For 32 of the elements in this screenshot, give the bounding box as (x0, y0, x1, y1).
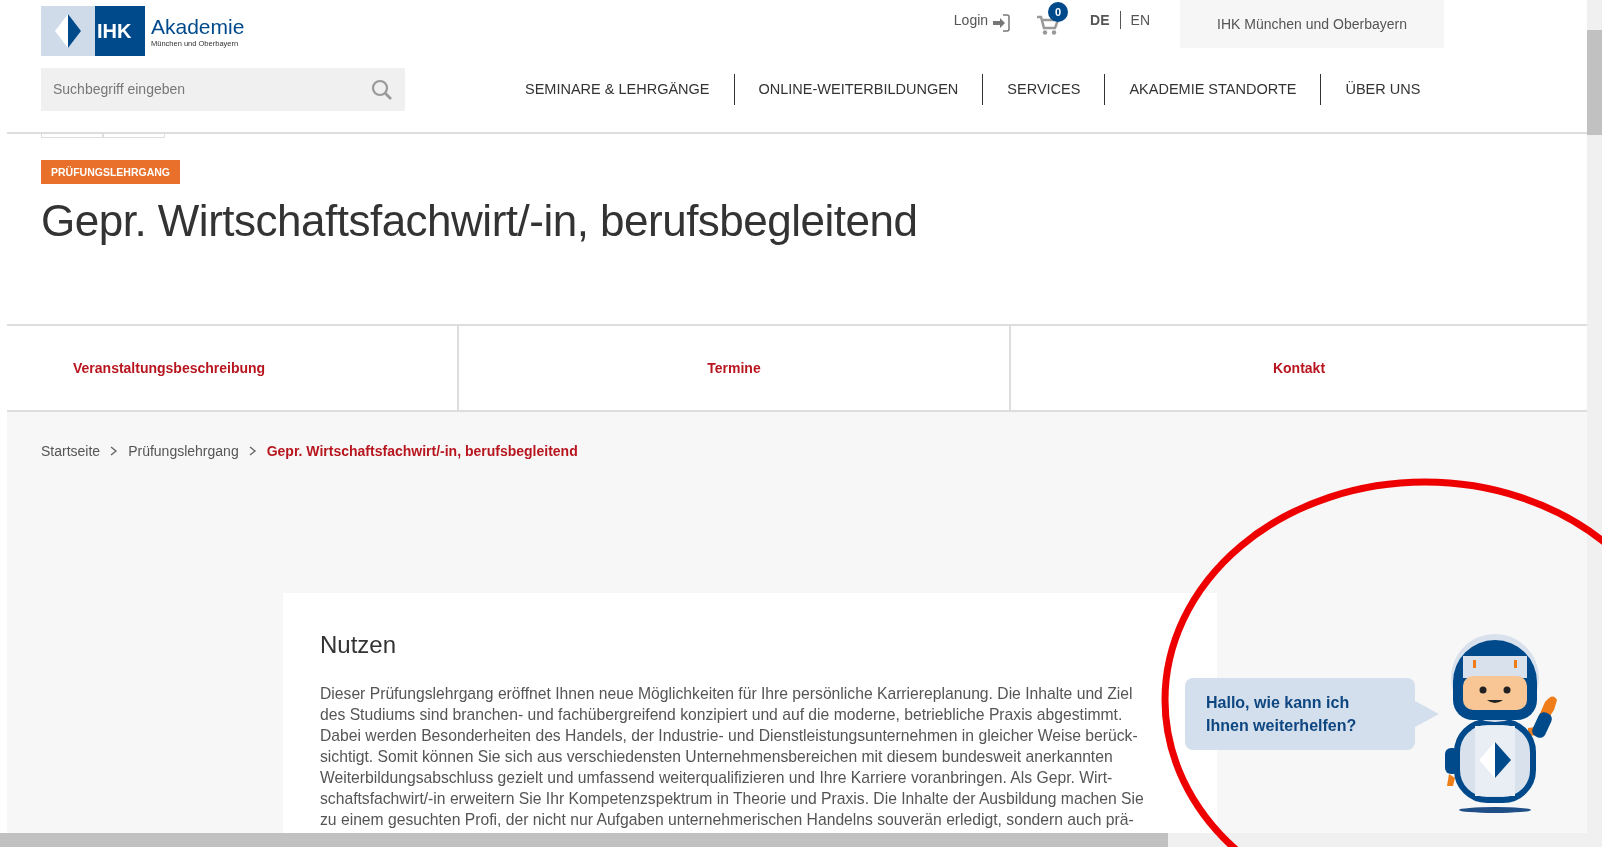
breadcrumb-link[interactable]: Prüfungslehrgang (128, 443, 239, 459)
breadcrumb-link[interactable]: Startseite (41, 443, 101, 459)
section-paragraph: Dieser Prüfungslehrgang eröffnet Ihnen neue Möglichkeiten für Ihre persönliche Karriereplanung. Die Inhalte und Ziel des Studiums sind branchen- und fachübergreifend konzipiert und auf die moderne, betriebliche Praxis abgestimmt. Dabei werden Besonderheiten des Handels, der Industrie- und Dienstleistungsunternehmen in gleicher Weise berück- sichtigt. Somit können Sie sich aus verschiedensten Unternehmensbereichen mit diesem bundesweit anerkannten Weiterbildungsabschluss gezielt und umfassend weiterqualifizieren und Ihre Karriere voranbringen. Als Gepr. Wirt- schaftsfachwirt/-in erweitern Sie Ihr Kompetenzspektrum in Theorie und Praxis. Die Inhalte der Ausbildung machen Sie zu einem gesuchten Profi, der nicht nur Aufgaben unternehmerischen Handelns souverän erledigt, sondern auch prä- (320, 684, 1144, 830)
category-badge: PRÜFUNGSLEHRGANG (41, 160, 180, 184)
section-tab[interactable]: Kontakt (1011, 326, 1587, 410)
horizontal-scrollbar[interactable] (0, 833, 1587, 847)
login-link[interactable]: Login (953, 12, 989, 28)
breadcrumb-link[interactable]: Gepr. Wirtschaftsfachwirt/-in, berufsbegleitend (266, 443, 578, 459)
nav-link[interactable]: ONLINE-WEITERBILDUNGEN (734, 81, 983, 97)
section-heading: Nutzen (320, 631, 398, 659)
region-button[interactable]: IHK München und Oberbayern (1180, 0, 1444, 48)
cart-icon[interactable] (1036, 14, 1061, 36)
chevron-right-icon (110, 446, 119, 456)
search-icon[interactable] (371, 78, 393, 101)
nav-link[interactable]: AKADEMIE STANDORTE (1105, 81, 1321, 97)
section-tab[interactable]: Termine (459, 326, 1011, 410)
search-field[interactable]: Suchbegriff eingeben (41, 67, 405, 111)
nav-link[interactable]: SEMINARE & LEHRGÄNGE (501, 81, 734, 97)
chevron-right-icon (248, 446, 257, 456)
section-tab[interactable]: Veranstaltungsbeschreibung (7, 326, 459, 410)
login-arrow-icon (992, 13, 1011, 33)
cart-count-badge: 0 (1048, 2, 1069, 22)
logo-mark-text: IHK (97, 19, 132, 43)
logo-name: Akademie (151, 14, 245, 39)
nav-link[interactable]: SERVICES (983, 81, 1105, 97)
language-link[interactable]: DE (1090, 12, 1110, 28)
diamond-icon (55, 14, 81, 48)
vertical-scrollbar[interactable] (1587, 0, 1602, 847)
language-link[interactable]: EN (1130, 12, 1150, 28)
nav-link[interactable]: ÜBER UNS (1321, 81, 1445, 97)
chat-greeting: Hallo, wie kann ich Ihnen weiterhelfen? (1206, 693, 1357, 736)
page-title: Gepr. Wirtschaftsfachwirt/-in, berufsbegleitend (41, 196, 919, 246)
